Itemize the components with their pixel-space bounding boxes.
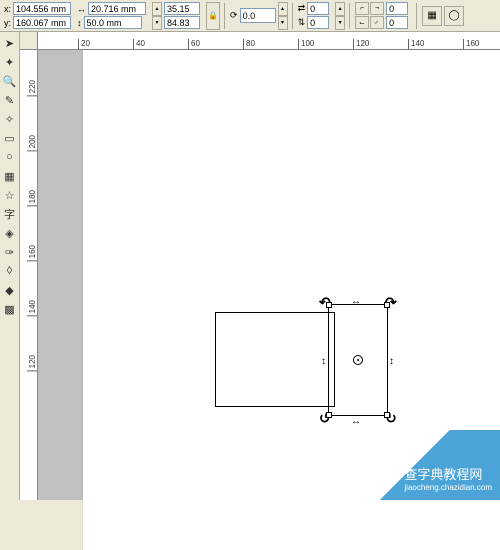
corner-tr-icon[interactable]: ¬ <box>370 2 384 15</box>
ruler-tick: 180 <box>27 190 37 206</box>
mirror-spinner[interactable]: ▴ ▾ <box>335 2 345 30</box>
ruler-tick: 220 <box>27 80 37 96</box>
corner-tl-icon[interactable]: ⌐ <box>355 2 369 15</box>
ruler-tick: 100 <box>298 39 314 49</box>
width-icon: ↔ <box>77 4 86 14</box>
blend-tool-icon[interactable]: ◈ <box>1 224 19 242</box>
skew-handle-top-icon[interactable]: ↔ <box>351 296 361 307</box>
fill-tool-icon[interactable]: ◆ <box>1 281 19 299</box>
graph-tool-icon[interactable]: ▦ <box>1 167 19 185</box>
spin-up-icon[interactable]: ▴ <box>152 2 162 16</box>
node-handle[interactable] <box>326 412 332 418</box>
corner-br-icon[interactable]: ⌏ <box>370 16 384 29</box>
mirror-h-input[interactable] <box>307 2 329 15</box>
y-position-input[interactable] <box>13 16 71 29</box>
watermark-url: jiaocheng.chazidian.com <box>404 483 492 492</box>
toolbox: ➤ ✦ 🔍 ✎ ✧ ▭ ○ ▦ ☆ 字 ◈ ✑ ◊ ◆ ▩ <box>0 32 20 500</box>
y-label: y: <box>4 18 11 28</box>
rectangle-shape-1[interactable] <box>215 312 335 407</box>
width-input[interactable] <box>88 2 146 15</box>
height-icon: ↕ <box>77 18 82 28</box>
rotation-icon: ⟳ <box>230 10 238 21</box>
freehand-tool-icon[interactable]: ✎ <box>1 91 19 109</box>
convert-curves-button[interactable]: ◯ <box>444 6 464 26</box>
skew-handle-bottom-icon[interactable]: ↔ <box>351 416 361 427</box>
pick-tool-icon[interactable]: ➤ <box>1 34 19 52</box>
corner-value-1[interactable] <box>386 2 408 15</box>
spin-up-icon[interactable]: ▴ <box>335 2 345 16</box>
spin-down-icon[interactable]: ▾ <box>278 16 288 30</box>
zoom-tool-icon[interactable]: 🔍 <box>1 72 19 90</box>
wrap-text-button[interactable]: ▦ <box>422 6 442 26</box>
scale-x-input[interactable] <box>164 2 200 15</box>
watermark-text: 查字典教程网 <box>404 464 492 483</box>
corner-bl-icon[interactable]: ⌙ <box>355 16 369 29</box>
watermark: 查字典教程网 jiaocheng.chazidian.com <box>330 430 500 500</box>
ruler-tick: 140 <box>27 300 37 316</box>
ruler-tick: 140 <box>408 39 424 49</box>
mesh-tool-icon[interactable]: ▩ <box>1 300 19 318</box>
outline-tool-icon[interactable]: ◊ <box>1 262 19 280</box>
ellipse-tool-icon[interactable]: ○ <box>1 148 19 166</box>
spin-down-icon[interactable]: ▾ <box>335 16 345 30</box>
ruler-tick: 120 <box>353 39 369 49</box>
x-label: x: <box>4 4 11 14</box>
rotation-input[interactable] <box>240 8 276 23</box>
scale-y-input[interactable] <box>164 16 200 29</box>
smart-tool-icon[interactable]: ✧ <box>1 110 19 128</box>
canvas-area: 20 40 60 80 100 120 140 160 220 200 180 … <box>20 32 500 500</box>
shape-tool-icon[interactable]: ✦ <box>1 53 19 71</box>
corner-radius-group[interactable]: ⌐ ¬ ⌙ ⌏ <box>355 2 384 29</box>
height-input[interactable] <box>84 16 142 29</box>
size-spinner[interactable]: ▴ ▾ <box>152 2 162 30</box>
node-handle[interactable] <box>384 302 390 308</box>
eyedropper-tool-icon[interactable]: ✑ <box>1 243 19 261</box>
mirror-h-icon: ⇄ <box>298 3 306 14</box>
ruler-tick: 60 <box>188 39 200 49</box>
lock-ratio-icon[interactable]: 🔒 <box>206 2 220 30</box>
ruler-origin[interactable] <box>20 32 38 50</box>
text-tool-icon[interactable]: 字 <box>1 205 19 223</box>
ruler-tick: 40 <box>133 39 145 49</box>
ruler-tick: 80 <box>243 39 255 49</box>
ruler-vertical[interactable]: 220 200 180 160 140 120 <box>20 50 38 500</box>
x-position-input[interactable] <box>13 2 71 15</box>
ruler-tick: 160 <box>27 245 37 261</box>
node-handle[interactable] <box>384 412 390 418</box>
ruler-tick: 200 <box>27 135 37 151</box>
corner-value-2[interactable] <box>386 16 408 29</box>
rectangle-tool-icon[interactable]: ▭ <box>1 129 19 147</box>
mirror-v-icon: ⇅ <box>298 17 306 28</box>
ruler-tick: 160 <box>463 39 479 49</box>
ruler-tick: 20 <box>78 39 90 49</box>
property-bar: x: y: ↔ ↕ ▴ ▾ 🔒 ⟳ ▴ ▾ ⇄ ⇅ ▴ <box>0 0 500 32</box>
rotation-center-icon[interactable] <box>353 355 363 365</box>
spin-up-icon[interactable]: ▴ <box>278 2 288 16</box>
skew-handle-right-icon[interactable]: ↕ <box>389 356 394 367</box>
spin-down-icon[interactable]: ▾ <box>152 16 162 30</box>
mirror-v-input[interactable] <box>307 16 329 29</box>
ruler-tick: 120 <box>27 355 37 371</box>
polygon-tool-icon[interactable]: ☆ <box>1 186 19 204</box>
node-handle[interactable] <box>326 302 332 308</box>
ruler-horizontal[interactable]: 20 40 60 80 100 120 140 160 <box>38 32 500 50</box>
skew-handle-left-icon[interactable]: ↕ <box>321 356 326 367</box>
rotation-spinner[interactable]: ▴ ▾ <box>278 2 288 30</box>
